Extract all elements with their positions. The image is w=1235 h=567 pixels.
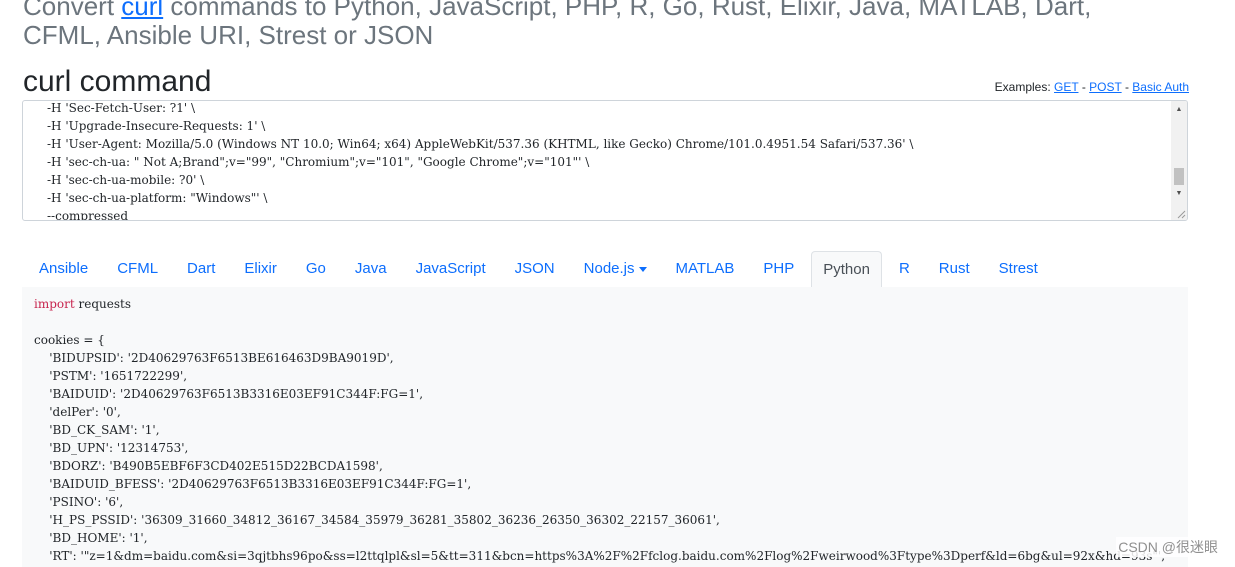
code-line: 'BAIDUID_BFESS': '2D40629763F6513B3316E0… [34, 477, 472, 491]
import-keyword: import [34, 297, 75, 311]
watermark: CSDN @很迷眼 [1116, 537, 1220, 557]
tab-label: PHP [763, 260, 795, 277]
tab-label: Go [305, 260, 326, 277]
tab-label: Rust [938, 260, 970, 277]
title-prefix: Convert [23, 0, 122, 21]
tab-label: Java [354, 260, 387, 277]
tab-go[interactable]: Go [289, 251, 338, 287]
generated-code-block: import requests cookies = { 'BIDUPSID': '… [22, 287, 1188, 567]
curl-line: -H 'sec-ch-ua-mobile: ?0' \ [47, 173, 205, 187]
examples-separator: - [1121, 80, 1133, 94]
code-line: 'BD_HOME': '1', [34, 531, 148, 545]
scroll-up-arrow-icon[interactable]: ▲ [1171, 103, 1187, 117]
curl-line: -H 'sec-ch-ua: " Not A;Brand";v="99", "C… [47, 155, 590, 169]
tab-label: Ansible [39, 260, 89, 277]
curl-command-textarea[interactable]: -H 'Sec-Fetch-User: ?1' \ -H 'Upgrade-Ins… [22, 100, 1188, 221]
examples-links: Examples: GET - POST - Basic Auth [995, 80, 1189, 94]
curl-line: --compressed [47, 209, 129, 221]
textarea-scrollbar[interactable]: ▲ ▼ [1171, 101, 1187, 220]
curl-command-heading: curl command [23, 65, 212, 98]
generated-code-text: import requests cookies = { 'BIDUPSID': '… [34, 295, 1165, 565]
import-module: requests [74, 297, 132, 311]
tab-label: JavaScript [415, 260, 486, 277]
code-line: 'PSINO': '6', [34, 495, 124, 509]
code-line: 'BDORZ': 'B490B5EBF6F3CD402E515D22BCDA15… [34, 459, 383, 473]
tab-cfml[interactable]: CFML [100, 251, 170, 287]
tab-python[interactable]: Python [811, 251, 882, 287]
code-line: 'H_PS_PSSID': '36309_31660_34812_36167_3… [34, 513, 720, 527]
curl-line: -H 'User-Agent: Mozilla/5.0 (Windows NT … [47, 137, 914, 151]
resize-handle-icon[interactable] [1176, 209, 1186, 219]
tab-label: JSON [514, 260, 555, 277]
code-line: 'RT': '"z=1&dm=baidu.com&si=3qjtbhs96po&… [34, 549, 1166, 563]
code-line: 'BD_UPN': '12314753', [34, 441, 189, 455]
tab-label: R [898, 260, 910, 277]
example-get-link[interactable]: GET [1054, 80, 1078, 94]
example-basic-auth-link[interactable]: Basic Auth [1132, 80, 1189, 94]
tab-strest[interactable]: Strest [982, 251, 1050, 287]
page-title: Convert curl commands to Python, JavaScr… [23, 0, 1123, 50]
tab-label: CFML [117, 260, 159, 277]
code-line: 'BAIDUID': '2D40629763F6513B3316E03EF91C… [34, 387, 424, 401]
tab-dart[interactable]: Dart [170, 251, 227, 287]
tab-java[interactable]: Java [338, 251, 399, 287]
tab-label: Node.js [583, 260, 635, 277]
code-line: 'BIDUPSID': '2D40629763F6513BE616463D9BA… [34, 351, 394, 365]
tab-node-js[interactable]: Node.js [567, 251, 659, 287]
tab-label: Elixir [244, 260, 277, 277]
curl-link[interactable]: curl [121, 0, 163, 21]
tab-javascript[interactable]: JavaScript [399, 251, 498, 287]
tab-r[interactable]: R [882, 251, 922, 287]
curl-line: -H 'sec-ch-ua-platform: "Windows"' \ [47, 191, 268, 205]
dropdown-caret-icon [638, 266, 647, 272]
code-line: cookies = { [34, 333, 105, 347]
scrollbar-thumb[interactable] [1174, 168, 1184, 185]
examples-label: Examples: [994, 80, 1055, 94]
tab-php[interactable]: PHP [746, 251, 806, 287]
code-line: 'PSTM': '1651722299', [34, 369, 188, 383]
code-line: 'BD_CK_SAM': '1', [34, 423, 160, 437]
language-tabs: Ansible CFML Dart Elixir Go Java JavaScript JSO… [22, 251, 1188, 287]
tab-elixir[interactable]: Elixir [227, 251, 289, 287]
tab-ansible[interactable]: Ansible [22, 251, 100, 287]
curl-command-text[interactable]: -H 'Sec-Fetch-User: ?1' \ -H 'Upgrade-Ins… [47, 101, 1167, 221]
example-post-link[interactable]: POST [1089, 80, 1121, 94]
tab-label: Dart [187, 260, 216, 277]
tab-matlab[interactable]: MATLAB [659, 251, 747, 287]
examples-separator: - [1078, 80, 1090, 94]
tab-label: MATLAB [675, 260, 735, 277]
tab-label: Strest [998, 260, 1038, 277]
curl-line: -H 'Upgrade-Insecure-Requests: 1' \ [47, 119, 266, 133]
tab-rust[interactable]: Rust [922, 251, 982, 287]
scroll-down-arrow-icon[interactable]: ▼ [1171, 187, 1187, 201]
tab-json[interactable]: JSON [498, 251, 567, 287]
curl-line: -H 'Sec-Fetch-User: ?1' \ [47, 101, 196, 115]
tab-label: Python [823, 261, 870, 278]
title-rest: commands to Python, JavaScript, PHP, R, … [23, 0, 1092, 50]
code-line: 'delPer': '0', [34, 405, 121, 419]
